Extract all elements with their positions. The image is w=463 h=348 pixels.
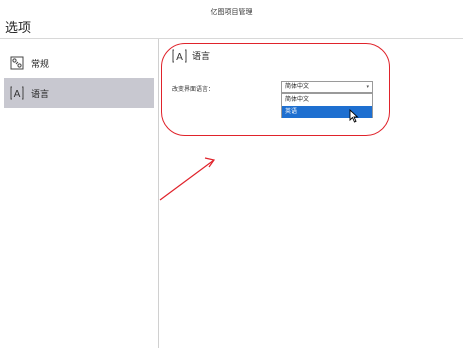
annotation-arrow [159, 157, 216, 201]
